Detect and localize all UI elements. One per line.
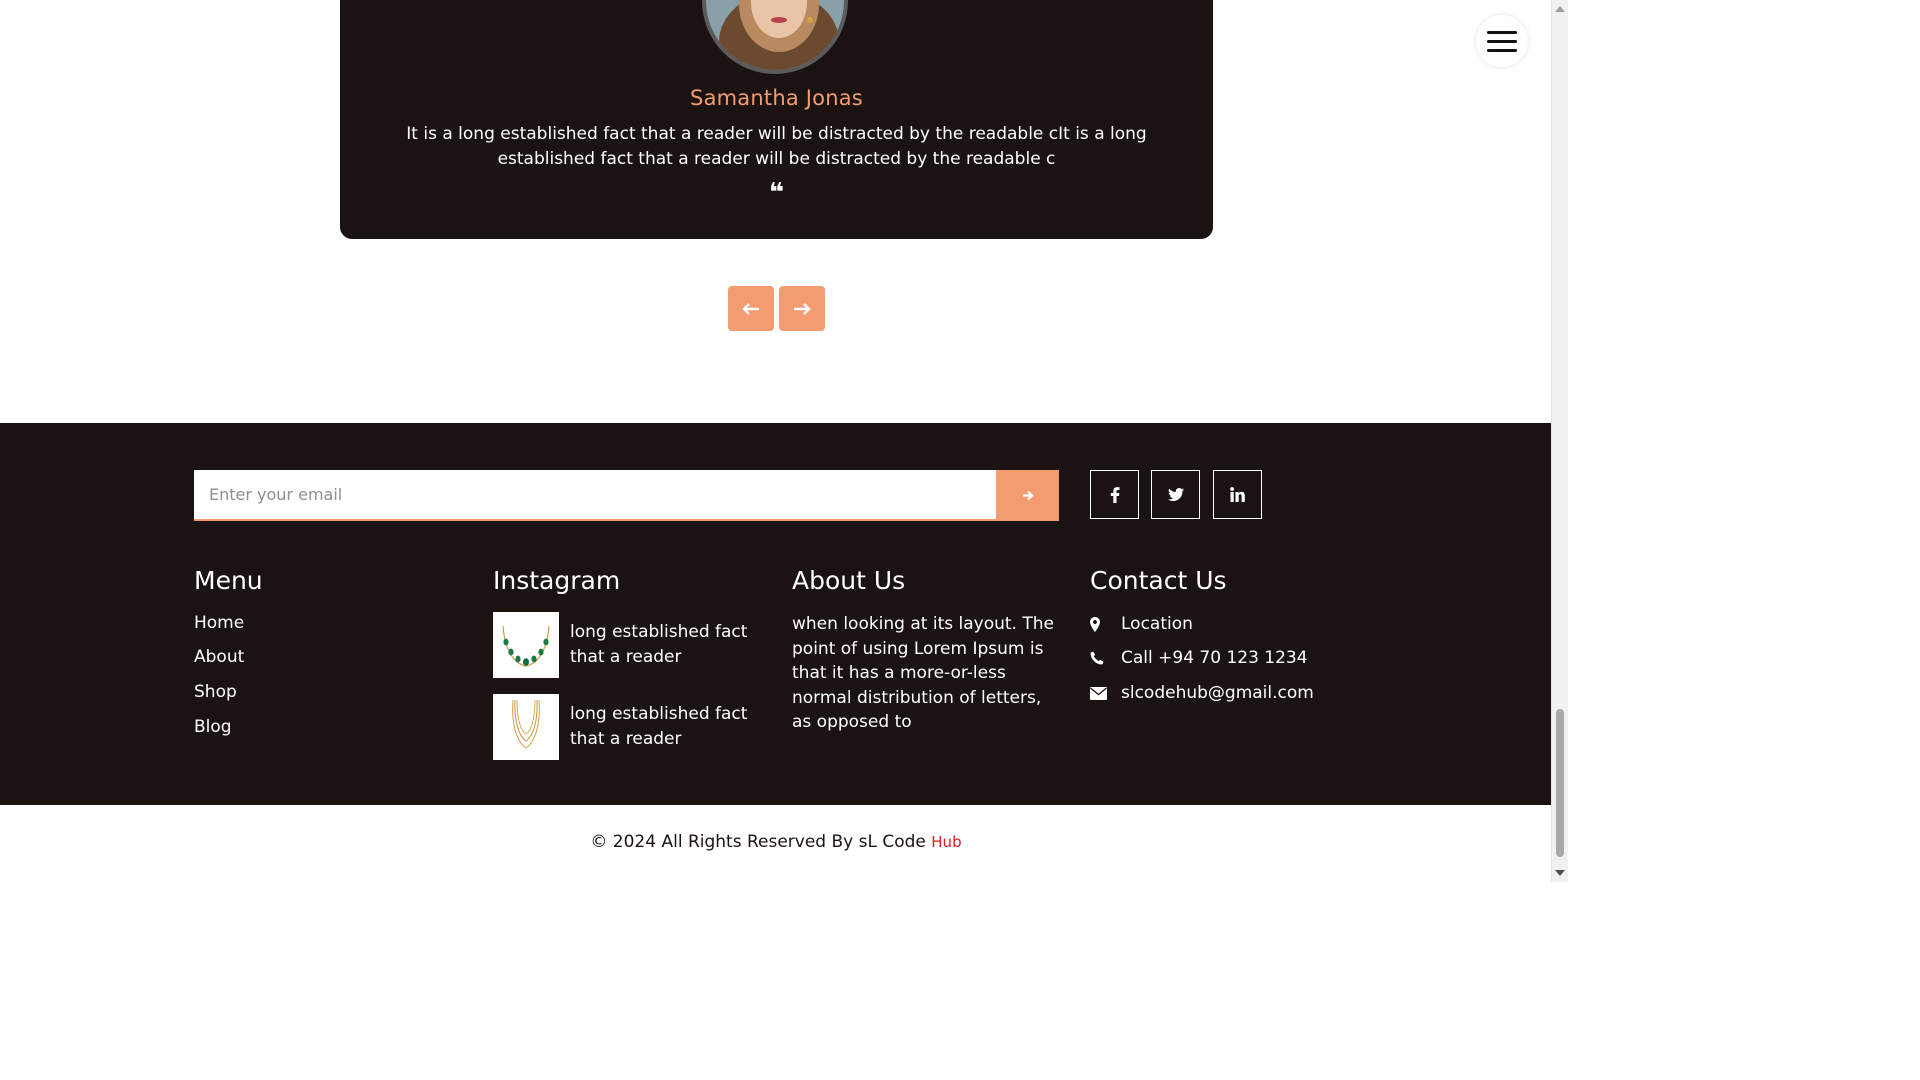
envelope-icon xyxy=(1090,686,1121,700)
scroll-down-arrow-icon[interactable] xyxy=(1555,870,1565,876)
scroll-up-arrow-icon[interactable] xyxy=(1555,6,1565,12)
instagram-post-image[interactable] xyxy=(493,694,559,760)
instagram-post-caption: long established fact that a reader xyxy=(570,704,748,749)
email-input[interactable] xyxy=(194,470,996,519)
contact-phone-label: Call +94 70 123 1234 xyxy=(1121,648,1308,668)
facebook-button[interactable] xyxy=(1090,470,1139,519)
contact-phone[interactable]: Call +94 70 123 1234 xyxy=(1090,646,1308,670)
linkedin-button[interactable] xyxy=(1213,470,1262,519)
vertical-scrollbar[interactable] xyxy=(1551,0,1568,882)
footer-link-home[interactable]: Home xyxy=(194,613,244,633)
menu-heading: Menu xyxy=(194,566,263,595)
footer-link-shop[interactable]: Shop xyxy=(194,682,237,702)
copyright: © 2024 All Rights Reserved By sL Code Hu… xyxy=(0,832,1552,852)
reviewer-name: Samantha Jonas xyxy=(690,86,863,110)
contact-email-label: slcodehub@gmail.com xyxy=(1121,683,1314,703)
linkedin-icon xyxy=(1230,487,1245,502)
gold-chain-necklace-image xyxy=(512,699,540,749)
site-footer: Menu Home About Shop Blog Instagram long… xyxy=(0,423,1552,805)
hamburger-line xyxy=(1487,30,1517,34)
hamburger-line xyxy=(1487,39,1517,43)
hamburger-menu-button[interactable] xyxy=(1476,15,1528,67)
copyright-text: © 2024 All Rights Reserved By sL Code xyxy=(590,832,926,852)
newsletter-form xyxy=(194,470,1059,521)
phone-icon xyxy=(1090,651,1121,665)
about-heading: About Us xyxy=(792,566,906,595)
quote-icon: ❝ xyxy=(768,178,785,208)
facebook-icon xyxy=(1110,486,1119,503)
contact-location[interactable]: Location xyxy=(1090,612,1193,636)
contact-email[interactable]: slcodehub@gmail.com xyxy=(1090,681,1314,705)
testimonial-card: Samantha Jonas It is a long established … xyxy=(340,0,1213,239)
instagram-post-caption: long established fact that a reader xyxy=(570,622,748,667)
about-text: when looking at its layout. The point of… xyxy=(792,614,1054,732)
hamburger-line xyxy=(1487,48,1517,52)
arrow-right-icon xyxy=(794,302,811,315)
footer-link-blog[interactable]: Blog xyxy=(194,717,232,737)
emerald-necklace-image xyxy=(502,625,550,667)
contact-location-label: Location xyxy=(1121,614,1193,634)
instagram-post-image[interactable] xyxy=(493,612,559,678)
arrow-left-icon xyxy=(742,302,759,315)
previous-testimonial-button[interactable] xyxy=(728,286,774,331)
footer-link-about[interactable]: About xyxy=(194,647,244,667)
subscribe-button[interactable] xyxy=(996,470,1059,521)
next-testimonial-button[interactable] xyxy=(779,286,825,331)
avatar-portrait xyxy=(706,0,844,70)
contact-heading: Contact Us xyxy=(1090,566,1227,595)
twitter-button[interactable] xyxy=(1151,470,1200,519)
reviewer-avatar xyxy=(702,0,848,74)
copyright-brand: Hub xyxy=(931,833,962,851)
scrollbar-thumb[interactable] xyxy=(1556,709,1564,857)
arrow-right-icon xyxy=(1022,490,1034,501)
instagram-heading: Instagram xyxy=(493,566,621,595)
review-text: It is a long established fact that a rea… xyxy=(406,124,1147,169)
map-marker-icon xyxy=(1090,616,1121,632)
twitter-icon xyxy=(1167,488,1184,501)
